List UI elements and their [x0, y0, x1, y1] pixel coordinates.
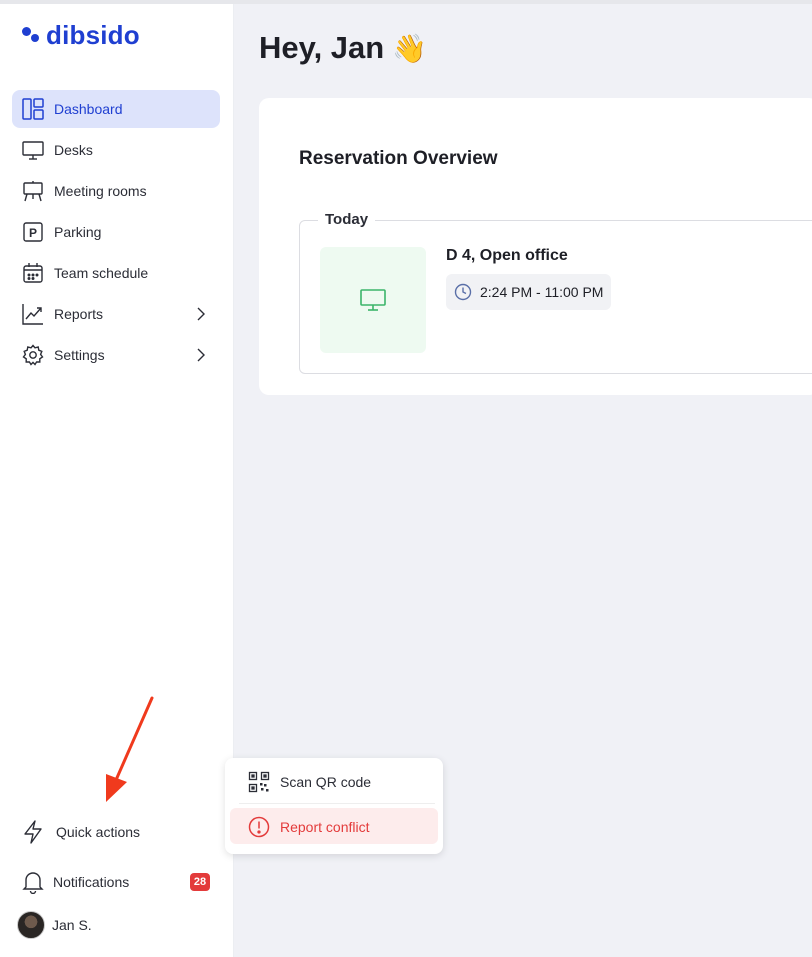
annotation-arrow-icon	[106, 696, 154, 802]
reservation-overview-card: Reservation Overview Today D 4, Open off…	[259, 98, 812, 395]
parking-icon: P	[22, 221, 44, 243]
avatar	[17, 911, 45, 939]
chevron-right-icon	[194, 346, 208, 364]
reservation-name[interactable]: D 4, Open office	[446, 247, 568, 265]
notification-count-badge: 28	[190, 873, 210, 891]
easel-icon	[22, 180, 44, 202]
report-conflict-button[interactable]: Report conflict	[230, 808, 438, 844]
quick-actions-label: Quick actions	[56, 824, 141, 840]
report-conflict-label: Report conflict	[280, 819, 370, 835]
sidebar-item-desks[interactable]: Desks	[12, 131, 220, 169]
dashboard-icon	[22, 98, 44, 120]
sidebar: dibsido Dashboard Desks Meeting rooms P …	[0, 4, 234, 957]
user-profile[interactable]: Jan S.	[17, 910, 92, 940]
card-title: Reservation Overview	[299, 148, 498, 169]
qr-code-icon	[248, 771, 270, 793]
scan-qr-code-button[interactable]: Scan QR code	[230, 763, 438, 799]
bell-icon	[22, 870, 44, 895]
clock-icon	[454, 283, 472, 301]
sidebar-item-settings[interactable]: Settings	[12, 336, 220, 374]
sidebar-item-label: Desks	[54, 142, 93, 158]
reservation-thumbnail[interactable]	[320, 247, 426, 353]
sidebar-item-label: Dashboard	[54, 101, 123, 117]
today-section: Today D 4, Open office 2:24 PM - 11:00 P…	[299, 211, 812, 374]
page-title: Hey, Jan 👋	[259, 30, 427, 66]
waving-hand-icon: 👋	[392, 32, 428, 64]
reservation-time-chip: 2:24 PM - 11:00 PM	[446, 274, 612, 310]
lightning-icon	[22, 820, 44, 844]
section-label: Today	[318, 211, 376, 228]
sidebar-item-reports[interactable]: Reports	[12, 295, 220, 333]
notifications-label: Notifications	[53, 874, 130, 890]
menu-divider	[239, 803, 435, 804]
sidebar-item-label: Team schedule	[54, 265, 149, 281]
monitor-icon	[22, 139, 44, 161]
logo-mark-icon	[22, 23, 44, 47]
svg-text:P: P	[29, 226, 37, 240]
sidebar-item-label: Reports	[54, 306, 104, 322]
sidebar-item-team-schedule[interactable]: Team schedule	[12, 254, 220, 292]
gear-icon	[22, 344, 44, 366]
monitor-icon	[359, 287, 387, 313]
sidebar-item-label: Settings	[54, 347, 105, 363]
calendar-icon	[22, 262, 44, 284]
chart-icon	[22, 303, 44, 325]
alert-circle-icon	[248, 816, 270, 838]
sidebar-item-dashboard[interactable]: Dashboard	[12, 90, 220, 128]
quick-actions-button[interactable]: Quick actions	[22, 818, 140, 846]
logo-text: dibsido	[46, 20, 140, 50]
chevron-right-icon	[194, 305, 208, 323]
user-name: Jan S.	[52, 917, 92, 933]
sidebar-item-label: Meeting rooms	[54, 183, 147, 199]
logo[interactable]: dibsido	[22, 20, 140, 50]
scan-qr-code-label: Scan QR code	[280, 774, 372, 790]
reservation-time: 2:24 PM - 11:00 PM	[480, 284, 604, 300]
greeting-text: Hey, Jan	[259, 30, 385, 65]
sidebar-item-parking[interactable]: P Parking	[12, 213, 220, 251]
sidebar-item-label: Parking	[54, 224, 102, 240]
sidebar-item-meeting-rooms[interactable]: Meeting rooms	[12, 172, 220, 210]
quick-actions-menu: Scan QR code Report conflict	[225, 758, 443, 854]
